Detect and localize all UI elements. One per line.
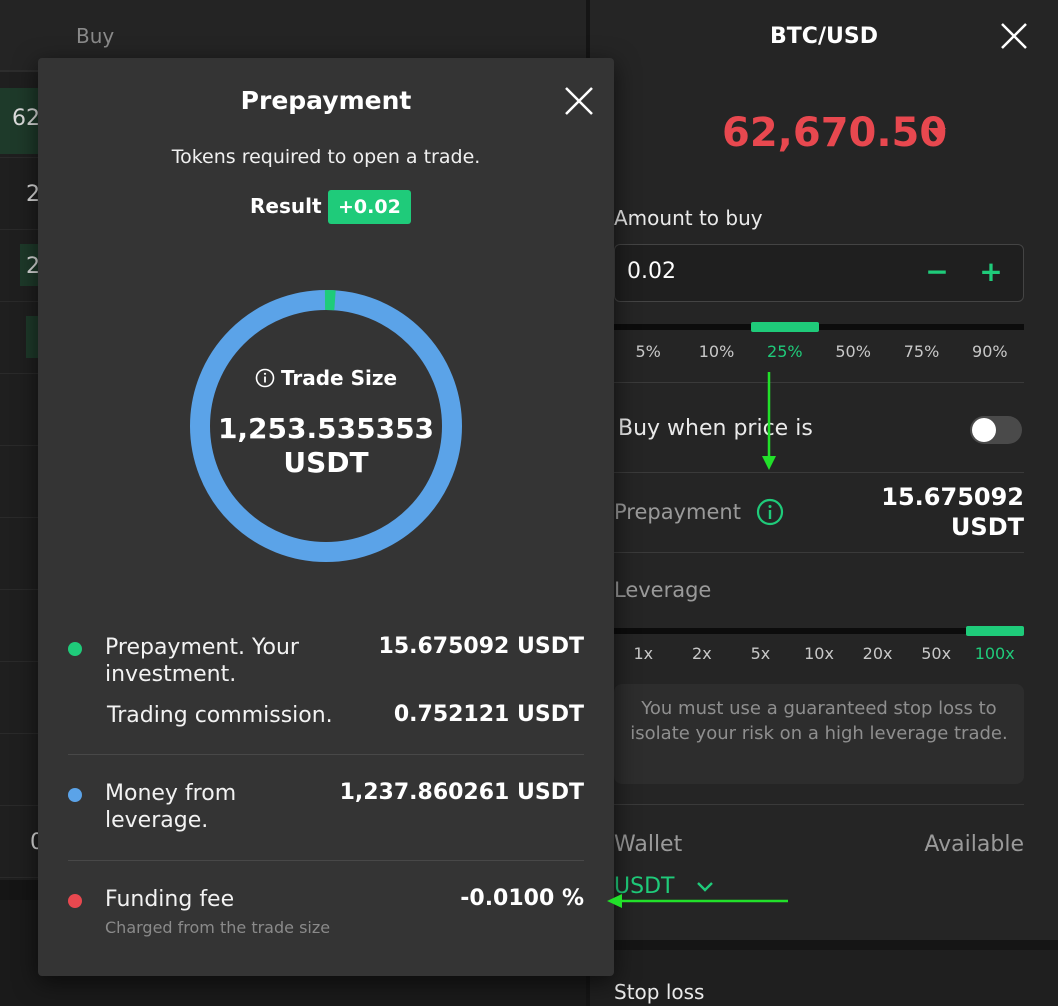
buy-when-toggle[interactable] — [970, 416, 1022, 444]
leverage-option[interactable]: 5x — [751, 644, 771, 663]
order-book-buy-label: Buy — [76, 24, 115, 48]
close-icon[interactable] — [1000, 22, 1028, 50]
commission-row-value: 0.752121 USDT — [393, 702, 584, 727]
funding-row-value: -0.0100 % — [460, 886, 584, 911]
trade-size-label: Trade Size — [186, 366, 466, 390]
stop-loss-label[interactable]: Stop loss — [614, 980, 704, 1004]
amount-percent-option[interactable]: 25% — [767, 342, 803, 361]
prepayment-row-label: Prepayment. Your investment. — [105, 635, 299, 687]
funding-legend-dot — [68, 894, 82, 908]
amount-percent-option[interactable]: 50% — [835, 342, 871, 361]
trade-size-text: Trade Size — [280, 366, 398, 390]
price-down-icon — [928, 128, 946, 138]
leverage-slider[interactable] — [614, 626, 1024, 636]
leverage-option[interactable]: 100x — [975, 644, 1015, 663]
decrease-amount-button[interactable]: − — [921, 257, 953, 289]
info-icon[interactable] — [756, 498, 784, 526]
trade-size-amount: 1,253.535353 — [217, 412, 435, 445]
toggle-knob — [972, 418, 996, 442]
prepayment-value: 15.675092 USDT — [881, 482, 1024, 542]
amount-label: Amount to buy — [614, 206, 763, 230]
trade-size-value: 1,253.535353 USDT — [186, 412, 466, 480]
amount-percent-option[interactable]: 90% — [972, 342, 1008, 361]
amount-percent-option[interactable]: 75% — [904, 342, 940, 361]
divider — [614, 552, 1024, 553]
trade-panel: BTC/USD 62,670.50 Amount to buy − + 5% 10… — [590, 0, 1058, 1006]
increase-amount-button[interactable]: + — [975, 257, 1007, 289]
leverage-option[interactable]: 1x — [633, 644, 653, 663]
leverage-option[interactable]: 20x — [863, 644, 893, 663]
divider — [614, 382, 1024, 383]
wallet-currency-select[interactable]: USDT — [614, 874, 674, 899]
wallet-label: Wallet — [614, 832, 683, 857]
leverage-slider-thumb[interactable] — [966, 626, 1024, 636]
result-badge: +0.02 — [328, 190, 411, 224]
commission-row-label: Trading commission. — [107, 703, 333, 728]
modal-subtitle: Tokens required to open a trade. — [171, 146, 481, 168]
modal-title: Prepayment — [240, 86, 412, 115]
divider — [614, 804, 1024, 805]
buy-when-label: Buy when price is — [618, 416, 813, 441]
amount-field[interactable]: − + — [614, 244, 1024, 302]
panel-title: BTC/USD — [770, 24, 878, 49]
funding-row-label: Funding fee — [105, 887, 235, 912]
leverage-option[interactable]: 10x — [804, 644, 834, 663]
divider — [68, 860, 584, 861]
funding-row-sublabel: Charged from the trade size — [105, 918, 331, 937]
amount-slider-thumb[interactable] — [750, 322, 819, 332]
prepayment-amount: 15.675092 — [881, 483, 1024, 511]
amount-percent-slider[interactable] — [614, 322, 1024, 332]
leverage-legend-dot — [68, 788, 82, 802]
prepayment-row-value: 15.675092 USDT — [378, 634, 584, 659]
amount-input[interactable] — [627, 259, 887, 284]
close-icon[interactable] — [564, 86, 594, 116]
prepayment-legend-dot — [68, 642, 82, 656]
info-icon[interactable] — [255, 368, 275, 388]
leverage-money-row-label: Money from leverage. — [105, 781, 237, 833]
leverage-option[interactable]: 50x — [921, 644, 951, 663]
available-label: Available — [924, 832, 1024, 857]
amount-percent-option[interactable]: 10% — [699, 342, 735, 361]
leverage-money-row-value: 1,237.860261 USDT — [339, 780, 584, 805]
leverage-warning: You must use a guaranteed stop loss to i… — [614, 684, 1024, 784]
row-value: 62 — [12, 106, 40, 131]
chevron-down-icon[interactable] — [696, 880, 714, 894]
leverage-label: Leverage — [614, 578, 712, 602]
divider — [68, 754, 584, 755]
amount-percent-option[interactable]: 5% — [635, 342, 660, 361]
prepayment-label: Prepayment — [614, 500, 741, 524]
prepayment-modal: Prepayment Tokens required to open a tra… — [38, 58, 614, 976]
trade-size-unit: USDT — [283, 446, 369, 479]
result-label: Result — [250, 194, 322, 218]
divider — [614, 472, 1024, 473]
leverage-option[interactable]: 2x — [692, 644, 712, 663]
prepayment-unit: USDT — [950, 513, 1024, 541]
current-price: 62,670.50 — [722, 110, 948, 156]
